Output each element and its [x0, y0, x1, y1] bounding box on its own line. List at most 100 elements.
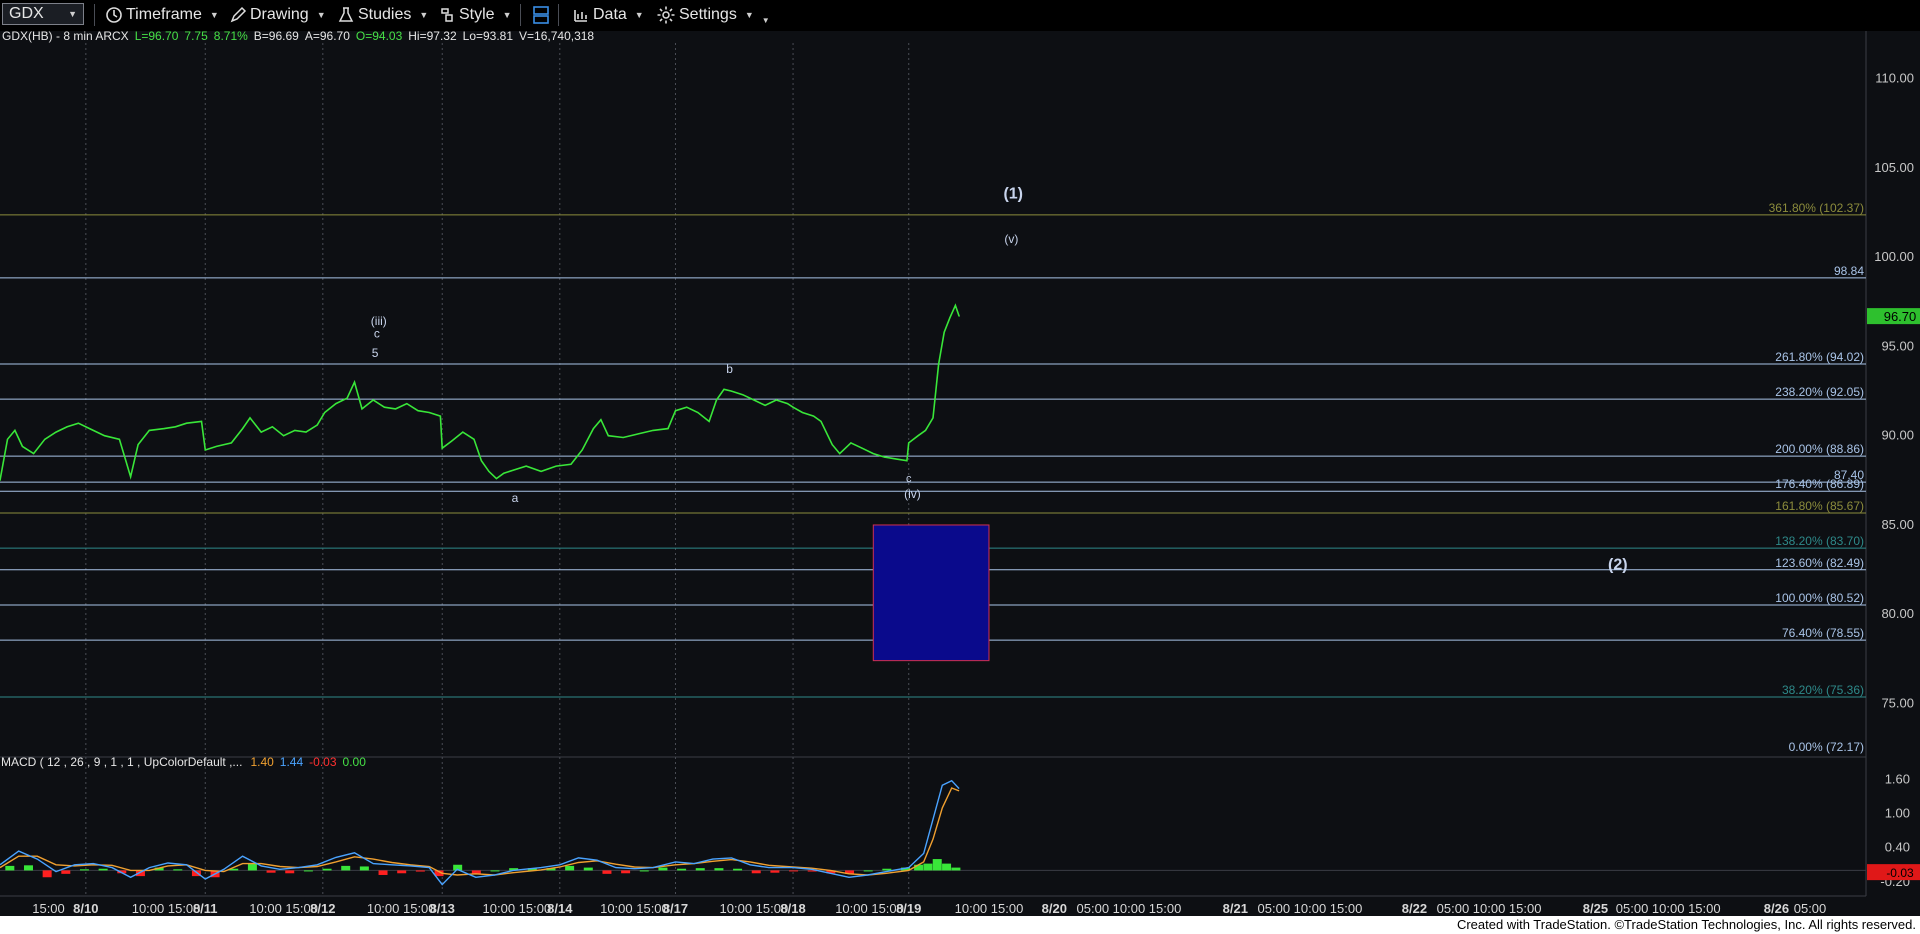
price-point	[383, 406, 385, 408]
macd-histogram-bar	[266, 870, 276, 873]
time-axis-tick: 05:00 10:00 15:00	[1258, 901, 1363, 916]
macd-histogram-bar	[322, 868, 332, 871]
price-point	[137, 444, 139, 446]
price-point	[55, 431, 57, 433]
price-point	[924, 429, 927, 431]
price-point	[958, 315, 960, 317]
last-price-label: 96.70	[1884, 309, 1917, 324]
price-chart[interactable]: 361.80% (102.37) 98.84 261.80% (94.02) 238.…	[0, 31, 1920, 916]
fib-level-label: 98.84	[1834, 264, 1864, 278]
price-point	[674, 410, 677, 412]
footer-bar: Created with TradeStation. ©TradeStation…	[0, 916, 1920, 934]
price-point	[103, 435, 106, 437]
macd-histogram-bar	[658, 867, 668, 871]
fib-level-label: 76.40% (78.55)	[1782, 626, 1864, 640]
drawing-label: Drawing	[250, 6, 309, 23]
price-point	[394, 408, 397, 410]
layout-button[interactable]	[531, 3, 554, 27]
macd-last-label: -0.03	[1886, 866, 1914, 880]
macd-axis-tick: 1.60	[1885, 772, 1910, 787]
style-menu[interactable]: Style ▼	[438, 3, 512, 27]
quote-field: A=96.70	[305, 31, 350, 43]
fib-level-label: 238.20% (92.05)	[1775, 385, 1864, 399]
macd-histogram-bar	[677, 868, 687, 871]
price-point	[570, 463, 572, 465]
price-point	[917, 435, 919, 437]
macd-histogram-bar	[5, 865, 15, 871]
price-point	[742, 394, 744, 396]
price-point	[592, 427, 594, 430]
fib-level-label: 123.60% (82.49)	[1775, 556, 1864, 570]
bar-chart-icon	[574, 10, 587, 22]
price-point	[697, 411, 699, 414]
price-point	[895, 458, 897, 460]
macd-histogram-bar	[378, 870, 388, 875]
macd-histogram-bar	[23, 865, 33, 871]
macd-histogram-bar	[695, 868, 705, 871]
wave-label: (iv)	[904, 487, 921, 501]
price-point	[14, 429, 16, 431]
macd-axis-tick: 0.40	[1885, 840, 1910, 855]
time-axis-tick: 10:00 15:00	[600, 901, 669, 916]
wave-label: 5	[372, 346, 379, 360]
data-menu[interactable]: Data ▼	[572, 3, 644, 27]
price-point	[473, 438, 475, 440]
clock-icon	[106, 7, 122, 23]
time-axis-tick: 10:00 15:00	[367, 901, 436, 916]
price-point	[32, 452, 35, 455]
price-point	[88, 427, 91, 430]
fib-level-label: 361.80% (102.37)	[1769, 201, 1864, 215]
price-point	[514, 469, 516, 471]
price-point	[294, 429, 296, 431]
fib-level-label: 0.00% (72.17)	[1789, 740, 1864, 754]
macd-histogram-bar	[882, 868, 892, 871]
chevron-down-icon: ▼	[744, 10, 754, 20]
price-point	[730, 390, 733, 392]
time-axis-tick: 8/25	[1583, 901, 1608, 916]
time-axis-tick: 8/26	[1764, 901, 1789, 916]
fib-level-label: 38.20% (75.36)	[1782, 683, 1864, 697]
price-point	[495, 477, 497, 480]
symbol-select[interactable]: GDX ▼	[2, 3, 84, 25]
style-label: Style	[459, 6, 495, 23]
price-point	[21, 445, 23, 448]
price-point	[883, 456, 886, 458]
timeframe-menu[interactable]: Timeframe ▼	[105, 3, 219, 27]
time-axis-tick: 8/14	[547, 901, 573, 916]
price-axis-tick: 105.00	[1874, 160, 1914, 175]
price-point	[406, 402, 408, 405]
quote-field: 7.75	[184, 31, 208, 43]
price-point	[954, 304, 956, 307]
macd-label: MACD ( 12 , 26 , 9 , 1 , 1 , UpColorDefa…	[1, 755, 242, 769]
time-axis-tick: 10:00 15:00	[249, 901, 318, 916]
chevron-down-icon: ▼	[634, 10, 644, 20]
wave-label: b	[726, 362, 733, 376]
wave-label: (1)	[1003, 185, 1023, 202]
studies-label: Studies	[358, 6, 412, 23]
price-axis-tick: 90.00	[1881, 428, 1914, 443]
time-axis-tick: 10:00 15:00	[720, 901, 789, 916]
chevron-down-icon: ▼	[316, 10, 326, 20]
settings-menu[interactable]: Settings ▼ ▼	[656, 3, 770, 27]
studies-menu[interactable]: Studies ▼	[337, 3, 428, 27]
price-point	[335, 402, 337, 405]
time-axis-tick: 8/10	[73, 901, 98, 916]
toolbar: GDX ▼ Timeframe ▼ Drawing ▼ Studies ▼ St…	[0, 0, 1920, 32]
fib-level-label: 261.80% (94.02)	[1775, 350, 1864, 364]
macd-histogram-bar	[61, 870, 71, 874]
price-point	[622, 436, 624, 439]
price-point	[555, 465, 557, 467]
symbol-info: GDX(HB) - 8 min ARCX	[2, 31, 129, 43]
price-point	[361, 408, 363, 410]
price-axis-tick: 110.00	[1875, 71, 1914, 86]
time-axis-tick: 05:00 10:00 15:00	[1437, 901, 1542, 916]
price-point	[428, 411, 430, 414]
macd-value: 0.00	[343, 755, 367, 769]
price-point	[6, 438, 9, 440]
macd-histogram-bar	[714, 868, 724, 871]
price-point	[66, 426, 68, 428]
price-point	[441, 447, 443, 449]
macd-histogram-bar	[98, 868, 108, 871]
price-axis-tick: 80.00	[1881, 606, 1914, 621]
drawing-menu[interactable]: Drawing ▼	[229, 3, 326, 27]
